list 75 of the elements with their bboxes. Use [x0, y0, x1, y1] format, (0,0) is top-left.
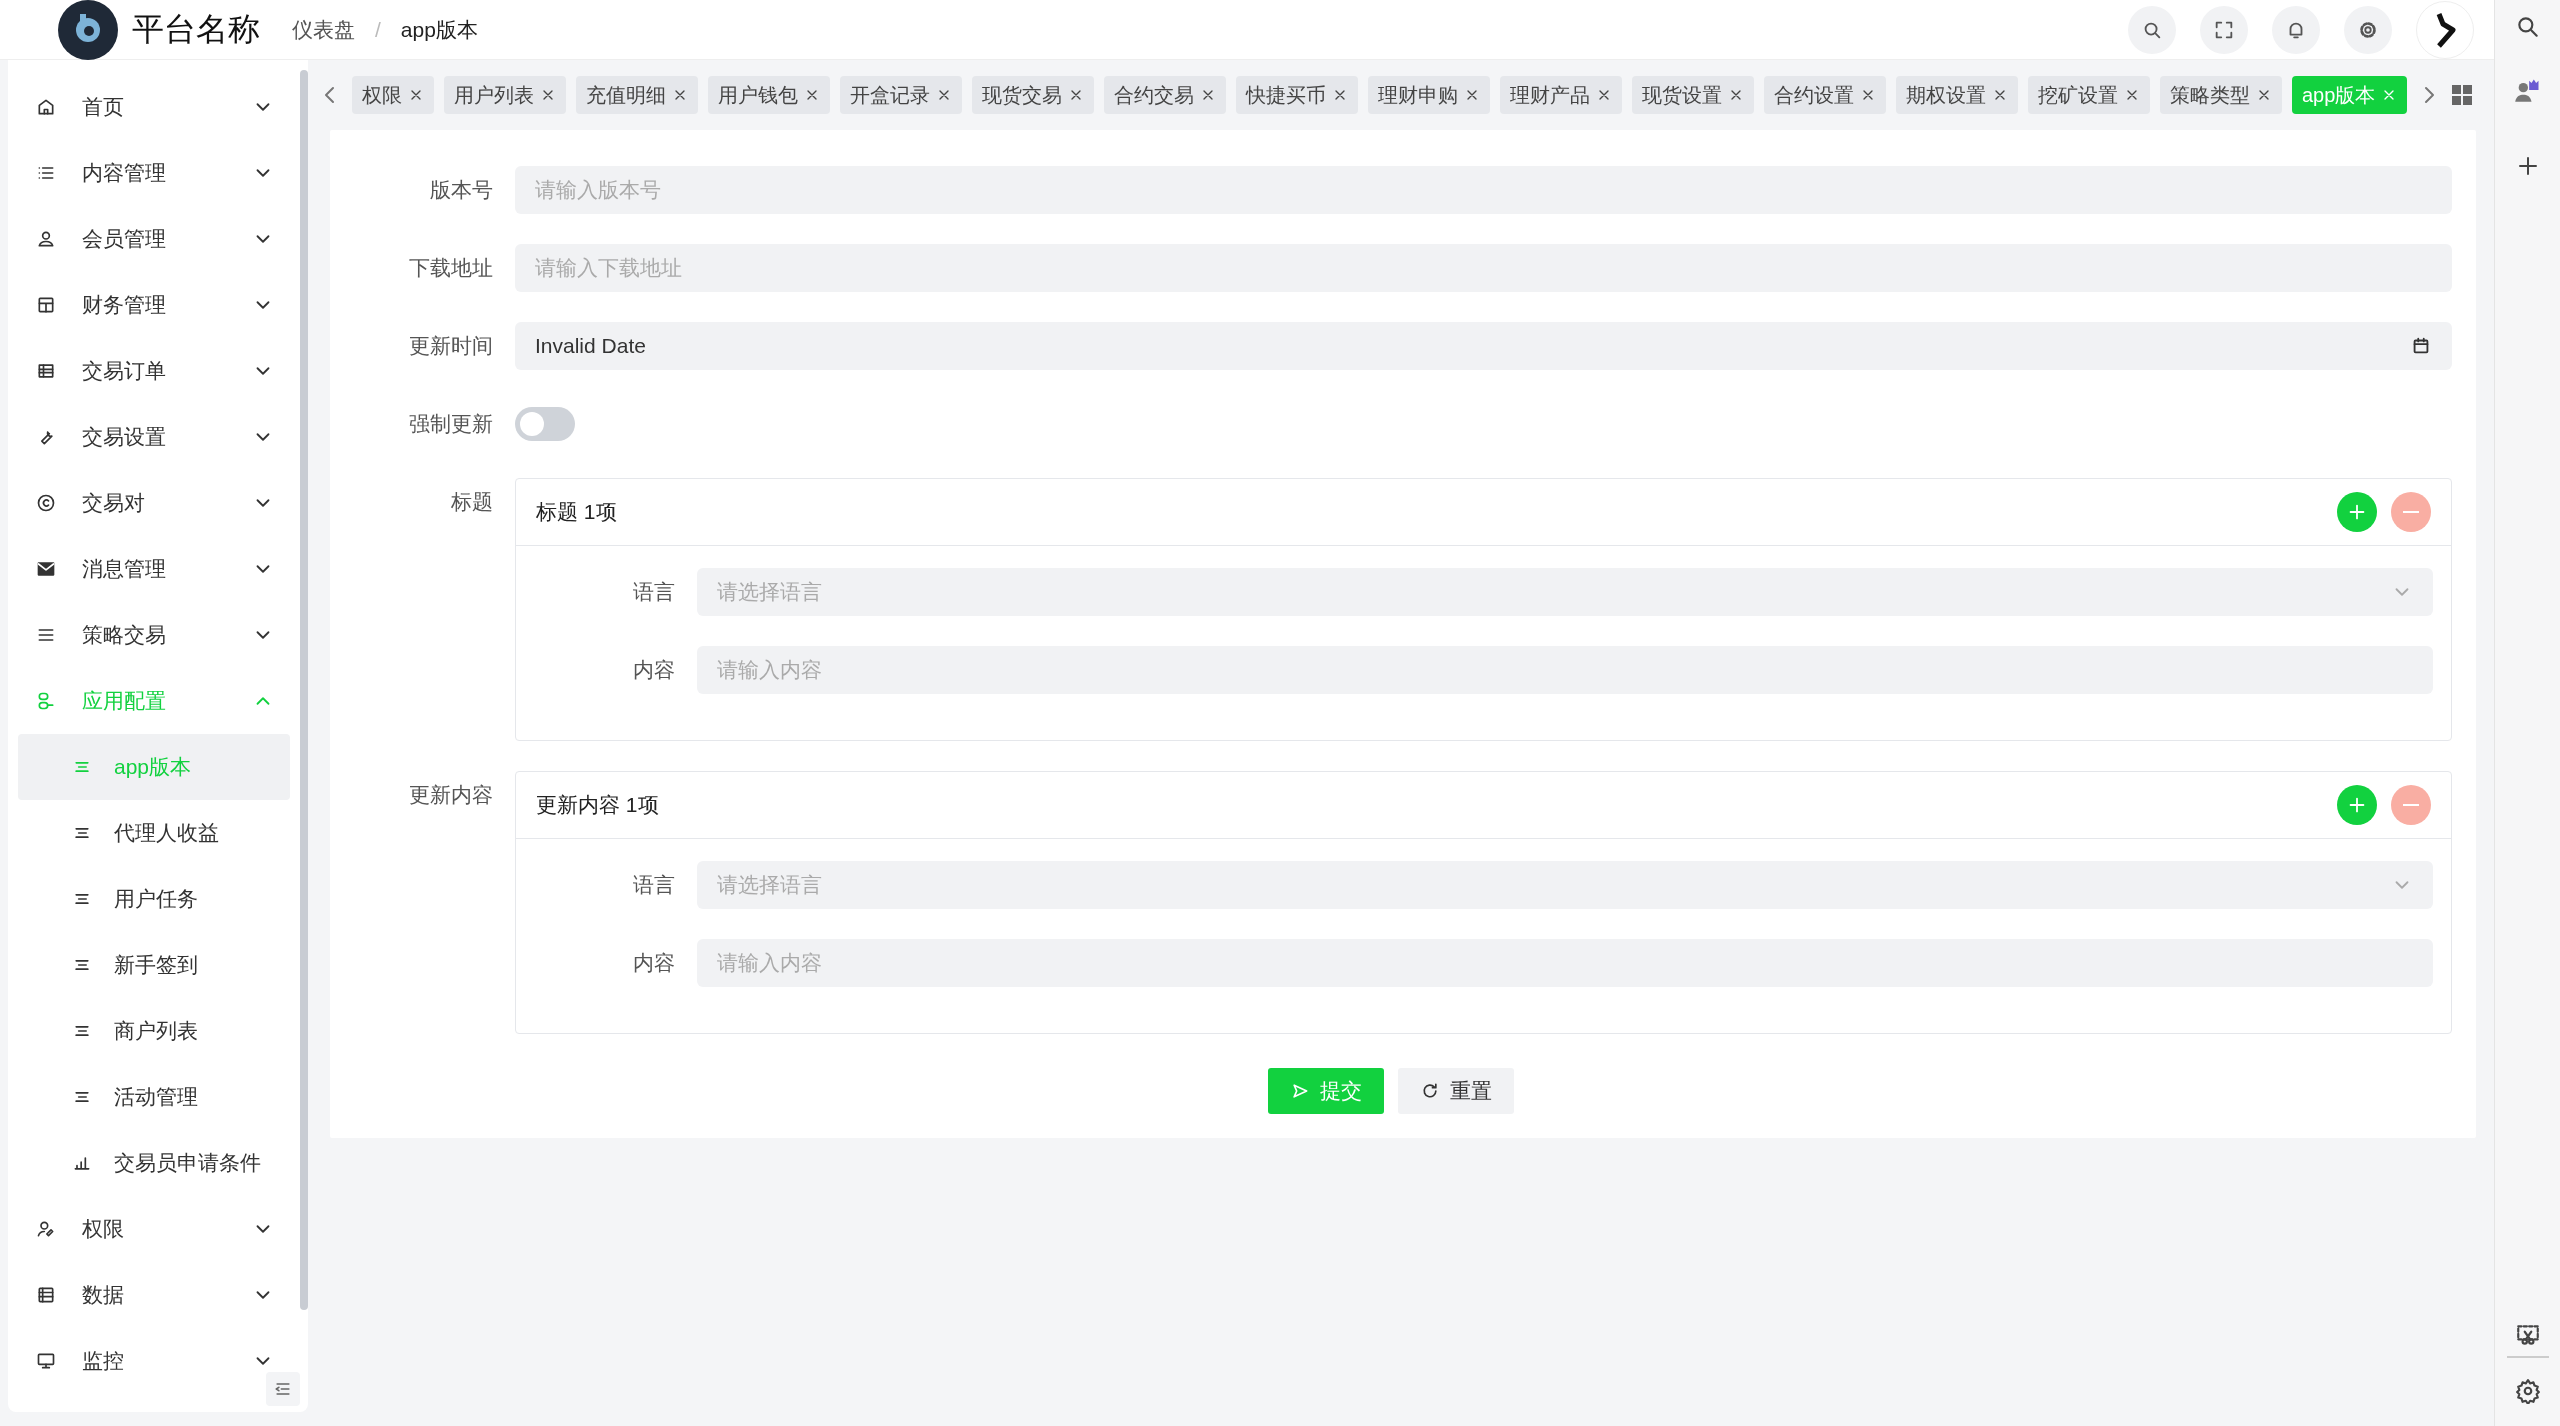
sidebar-subitem[interactable]: 用户任务 — [18, 866, 290, 932]
grid-icon — [2451, 84, 2474, 106]
field-label: 下载地址 — [408, 255, 494, 281]
tab[interactable]: 现货设置 — [1632, 76, 1754, 114]
platform-name: 平台名称 — [132, 9, 261, 49]
tab[interactable]: 期权设置 — [1896, 76, 2018, 114]
date-field[interactable]: Invalid Date — [515, 322, 2453, 370]
sidebar-item[interactable]: 交易设置 — [8, 404, 300, 470]
field-label: 内容 — [632, 950, 676, 976]
tab[interactable]: 策略类型 — [2160, 76, 2282, 114]
field-label: 更新内容 — [408, 782, 494, 808]
database-icon — [36, 1285, 56, 1305]
table-icon — [36, 361, 56, 381]
refresh-icon — [1420, 1081, 1440, 1101]
breadcrumb-separator: / — [375, 17, 381, 42]
tab[interactable]: 快捷买币 — [1236, 76, 1358, 114]
field-label: 更新时间 — [408, 333, 494, 359]
send-icon — [1290, 1081, 1310, 1101]
tab[interactable]: 理财产品 — [1500, 76, 1622, 114]
toggle-switch[interactable] — [515, 407, 575, 441]
sidebar-item[interactable]: 数据 — [8, 1262, 300, 1328]
tab[interactable]: 充值明细 — [576, 76, 698, 114]
sidebar-item[interactable]: 内容管理 — [8, 140, 300, 206]
sidebar-item[interactable]: 财务管理 — [8, 272, 300, 338]
tab[interactable]: 用户列表 — [444, 76, 566, 114]
scissors-icon — [2514, 1322, 2541, 1348]
gear-icon — [2514, 1378, 2541, 1404]
tab[interactable]: 挖矿设置 — [2028, 76, 2150, 114]
sidebar-subitem[interactable]: 活动管理 — [18, 1064, 290, 1130]
field-label: 版本号 — [429, 177, 494, 203]
tab[interactable]: 用户钱包 — [708, 76, 830, 114]
user-key-icon — [36, 1219, 56, 1239]
monitor-icon — [36, 1351, 56, 1371]
minus-icon — [2403, 804, 2420, 806]
field-label: 内容 — [632, 657, 676, 683]
field-label: 标题 — [450, 489, 494, 515]
logo-icon — [58, 0, 118, 60]
minus-icon — [2403, 511, 2420, 513]
sidebar-item[interactable]: 消息管理 — [8, 536, 300, 602]
sidebar-subitem[interactable]: 交易员申请条件 — [18, 1130, 290, 1196]
breadcrumb-item[interactable]: 仪表盘 — [292, 15, 355, 44]
screenshot-button[interactable] — [2514, 1322, 2541, 1348]
sidebar-item[interactable]: 交易对 — [8, 470, 300, 536]
tab[interactable]: 现货交易 — [972, 76, 1094, 114]
breadcrumb-item: app版本 — [400, 16, 478, 43]
sidebar-item[interactable]: 权限 — [8, 1196, 300, 1262]
field-label: 语言 — [632, 579, 676, 605]
sidebar-item[interactable]: 会员管理 — [8, 206, 300, 272]
tab[interactable]: 合约设置 — [1764, 76, 1886, 114]
sidebar-subitem[interactable]: 新手签到 — [18, 932, 290, 998]
sidebar-item[interactable]: 策略交易 — [8, 602, 300, 668]
sidebar-subitem[interactable]: 代理人收益 — [18, 800, 290, 866]
sidebar-subitem[interactable]: 商户列表 — [18, 998, 290, 1064]
layout-icon — [36, 295, 56, 315]
tab[interactable]: 权限 — [352, 76, 434, 114]
reset-button[interactable]: 重置 — [1398, 1068, 1514, 1114]
tab[interactable]: 开盒记录 — [840, 76, 962, 114]
collapse-button[interactable] — [266, 1372, 300, 1406]
scrollbar[interactable] — [300, 70, 308, 1310]
mail-icon — [36, 559, 56, 579]
sidebar-item[interactable]: 首页 — [8, 74, 300, 140]
tabs-menu-button[interactable] — [2451, 84, 2474, 106]
user-icon — [36, 229, 56, 249]
sidebar-item[interactable]: 监控 — [8, 1328, 300, 1394]
copyright-icon — [36, 493, 56, 513]
shapes-icon — [36, 691, 56, 711]
field-label: 强制更新 — [408, 411, 494, 437]
tab[interactable]: 理财申购 — [1368, 76, 1490, 114]
field-label: 语言 — [632, 872, 676, 898]
tab[interactable]: 合约交易 — [1104, 76, 1226, 114]
group-title: 更新内容 1项 — [536, 792, 660, 818]
group-title: 标题 1项 — [536, 499, 618, 525]
settings-button[interactable] — [2514, 1378, 2541, 1404]
sidebar-item[interactable]: 交易订单 — [8, 338, 300, 404]
home-icon — [36, 97, 56, 117]
